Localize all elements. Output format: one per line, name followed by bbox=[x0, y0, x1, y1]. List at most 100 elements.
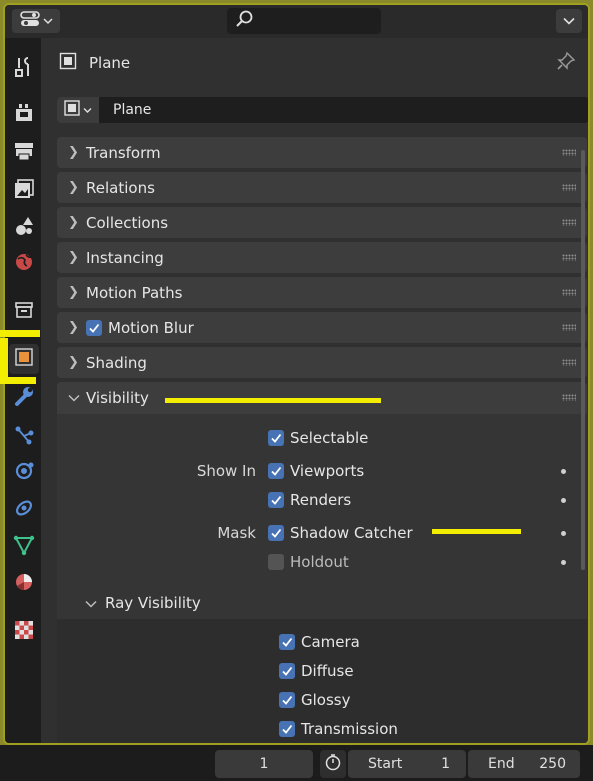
checkmark-icon bbox=[271, 433, 282, 443]
holdout-checkbox-row[interactable]: Holdout bbox=[268, 553, 349, 571]
modifier-wrench-icon bbox=[13, 385, 35, 411]
object-browse-button[interactable] bbox=[57, 97, 99, 123]
drag-grip-icon[interactable] bbox=[562, 324, 576, 331]
drag-grip-icon[interactable] bbox=[562, 219, 576, 226]
tab-tool[interactable] bbox=[9, 54, 39, 84]
properties-content: Plane Plane ❯ Transform ❯ Relations ❯ Co… bbox=[41, 38, 588, 743]
tab-world[interactable] bbox=[9, 249, 39, 279]
current-frame-value: 1 bbox=[259, 756, 269, 772]
motion-blur-checkbox[interactable] bbox=[86, 319, 102, 336]
context-path: Plane bbox=[59, 52, 130, 74]
drag-grip-icon[interactable] bbox=[562, 289, 576, 296]
panel-transform[interactable]: ❯ Transform bbox=[57, 137, 587, 168]
tab-collection[interactable] bbox=[9, 297, 39, 327]
properties-tab-bar bbox=[5, 38, 41, 743]
panel-shading[interactable]: ❯ Shading bbox=[57, 347, 587, 378]
tab-object-data[interactable] bbox=[9, 532, 39, 562]
tab-material[interactable] bbox=[9, 569, 39, 599]
tab-scene[interactable] bbox=[9, 213, 39, 243]
properties-editor-icon bbox=[19, 11, 40, 31]
drag-grip-icon[interactable] bbox=[562, 359, 576, 366]
panel-motion-paths[interactable]: ❯ Motion Paths bbox=[57, 277, 587, 308]
transmission-checkbox[interactable] bbox=[279, 721, 295, 737]
glossy-label: Glossy bbox=[301, 691, 351, 709]
panel-motion-blur[interactable]: ❯ Motion Blur bbox=[57, 312, 587, 343]
mask-label: Mask bbox=[217, 524, 256, 542]
world-icon bbox=[13, 251, 35, 277]
panel-label: Motion Blur bbox=[108, 318, 194, 337]
editor-header bbox=[5, 5, 588, 38]
renders-checkbox[interactable] bbox=[268, 492, 284, 508]
panel-collections[interactable]: ❯ Collections bbox=[57, 207, 587, 238]
object-name-field: Plane bbox=[57, 97, 588, 123]
tab-output[interactable] bbox=[9, 138, 39, 168]
tab-view-layer[interactable] bbox=[9, 176, 39, 206]
scrollbar[interactable] bbox=[581, 150, 585, 570]
header-options-button[interactable] bbox=[556, 9, 582, 33]
transmission-checkbox-row[interactable]: Transmission bbox=[279, 720, 398, 738]
output-icon bbox=[13, 140, 35, 166]
viewports-checkbox[interactable] bbox=[268, 463, 284, 479]
end-frame-field[interactable]: End 250 bbox=[468, 750, 580, 778]
start-frame-field[interactable]: Start 1 bbox=[348, 750, 466, 778]
object-data-icon bbox=[13, 534, 35, 560]
search-icon bbox=[235, 10, 255, 32]
chevron-right-icon: ❯ bbox=[68, 320, 79, 335]
diffuse-label: Diffuse bbox=[301, 662, 354, 680]
drag-grip-icon[interactable] bbox=[562, 149, 576, 156]
search-input[interactable] bbox=[227, 8, 381, 34]
drag-grip-icon[interactable] bbox=[562, 184, 576, 191]
camera-checkbox-row[interactable]: Camera bbox=[279, 633, 360, 651]
tab-texture[interactable] bbox=[9, 617, 39, 647]
pin-button[interactable] bbox=[556, 51, 576, 75]
shadow-catcher-label: Shadow Catcher bbox=[290, 524, 413, 542]
drag-grip-icon[interactable] bbox=[562, 394, 576, 401]
selectable-checkbox-row[interactable]: Selectable bbox=[268, 429, 368, 447]
tab-physics[interactable] bbox=[9, 458, 39, 488]
holdout-label: Holdout bbox=[290, 553, 349, 571]
use-preview-range-button[interactable] bbox=[320, 750, 346, 778]
keyframe-dot-icon[interactable] bbox=[561, 498, 566, 503]
keyframe-dot-icon[interactable] bbox=[561, 560, 566, 565]
viewports-checkbox-row[interactable]: Viewports bbox=[268, 462, 364, 480]
start-label: Start bbox=[368, 756, 403, 772]
panel-instancing[interactable]: ❯ Instancing bbox=[57, 242, 587, 273]
chevron-down-icon bbox=[563, 13, 575, 29]
tab-constraints[interactable] bbox=[9, 495, 39, 525]
panel-label: Shading bbox=[86, 353, 147, 372]
checkmark-icon bbox=[89, 323, 100, 333]
scene-icon bbox=[13, 215, 35, 241]
selectable-label: Selectable bbox=[290, 429, 369, 447]
object-name-input[interactable]: Plane bbox=[99, 102, 151, 118]
holdout-checkbox[interactable] bbox=[268, 554, 284, 570]
shadow-catcher-checkbox[interactable] bbox=[268, 525, 284, 541]
panel-label: Instancing bbox=[86, 248, 164, 267]
context-object-name: Plane bbox=[89, 54, 131, 72]
end-label: End bbox=[488, 756, 515, 772]
shadow-catcher-checkbox-row[interactable]: Shadow Catcher bbox=[268, 524, 413, 542]
keyframe-dot-icon[interactable] bbox=[561, 531, 566, 536]
tab-object[interactable] bbox=[9, 344, 39, 374]
transmission-label: Transmission bbox=[301, 720, 398, 738]
material-icon bbox=[13, 571, 35, 597]
diffuse-checkbox-row[interactable]: Diffuse bbox=[279, 662, 354, 680]
editor-type-button[interactable] bbox=[12, 9, 60, 33]
glossy-checkbox[interactable] bbox=[279, 692, 295, 708]
renders-checkbox-row[interactable]: Renders bbox=[268, 491, 351, 509]
tab-render[interactable] bbox=[9, 100, 39, 130]
camera-checkbox[interactable] bbox=[279, 634, 295, 650]
diffuse-checkbox[interactable] bbox=[279, 663, 295, 679]
start-value: 1 bbox=[441, 756, 450, 772]
tab-modifiers[interactable] bbox=[9, 383, 39, 413]
selectable-checkbox[interactable] bbox=[268, 430, 284, 446]
current-frame-field[interactable]: 1 bbox=[215, 750, 313, 778]
checkmark-icon bbox=[271, 495, 282, 505]
subpanel-label: Ray Visibility bbox=[105, 594, 201, 612]
glossy-checkbox-row[interactable]: Glossy bbox=[279, 691, 350, 709]
subpanel-ray-visibility[interactable]: Ray Visibility bbox=[57, 587, 587, 619]
collection-icon bbox=[13, 299, 35, 325]
drag-grip-icon[interactable] bbox=[562, 254, 576, 261]
keyframe-dot-icon[interactable] bbox=[561, 469, 566, 474]
tab-particles[interactable] bbox=[9, 422, 39, 452]
panel-relations[interactable]: ❯ Relations bbox=[57, 172, 587, 203]
